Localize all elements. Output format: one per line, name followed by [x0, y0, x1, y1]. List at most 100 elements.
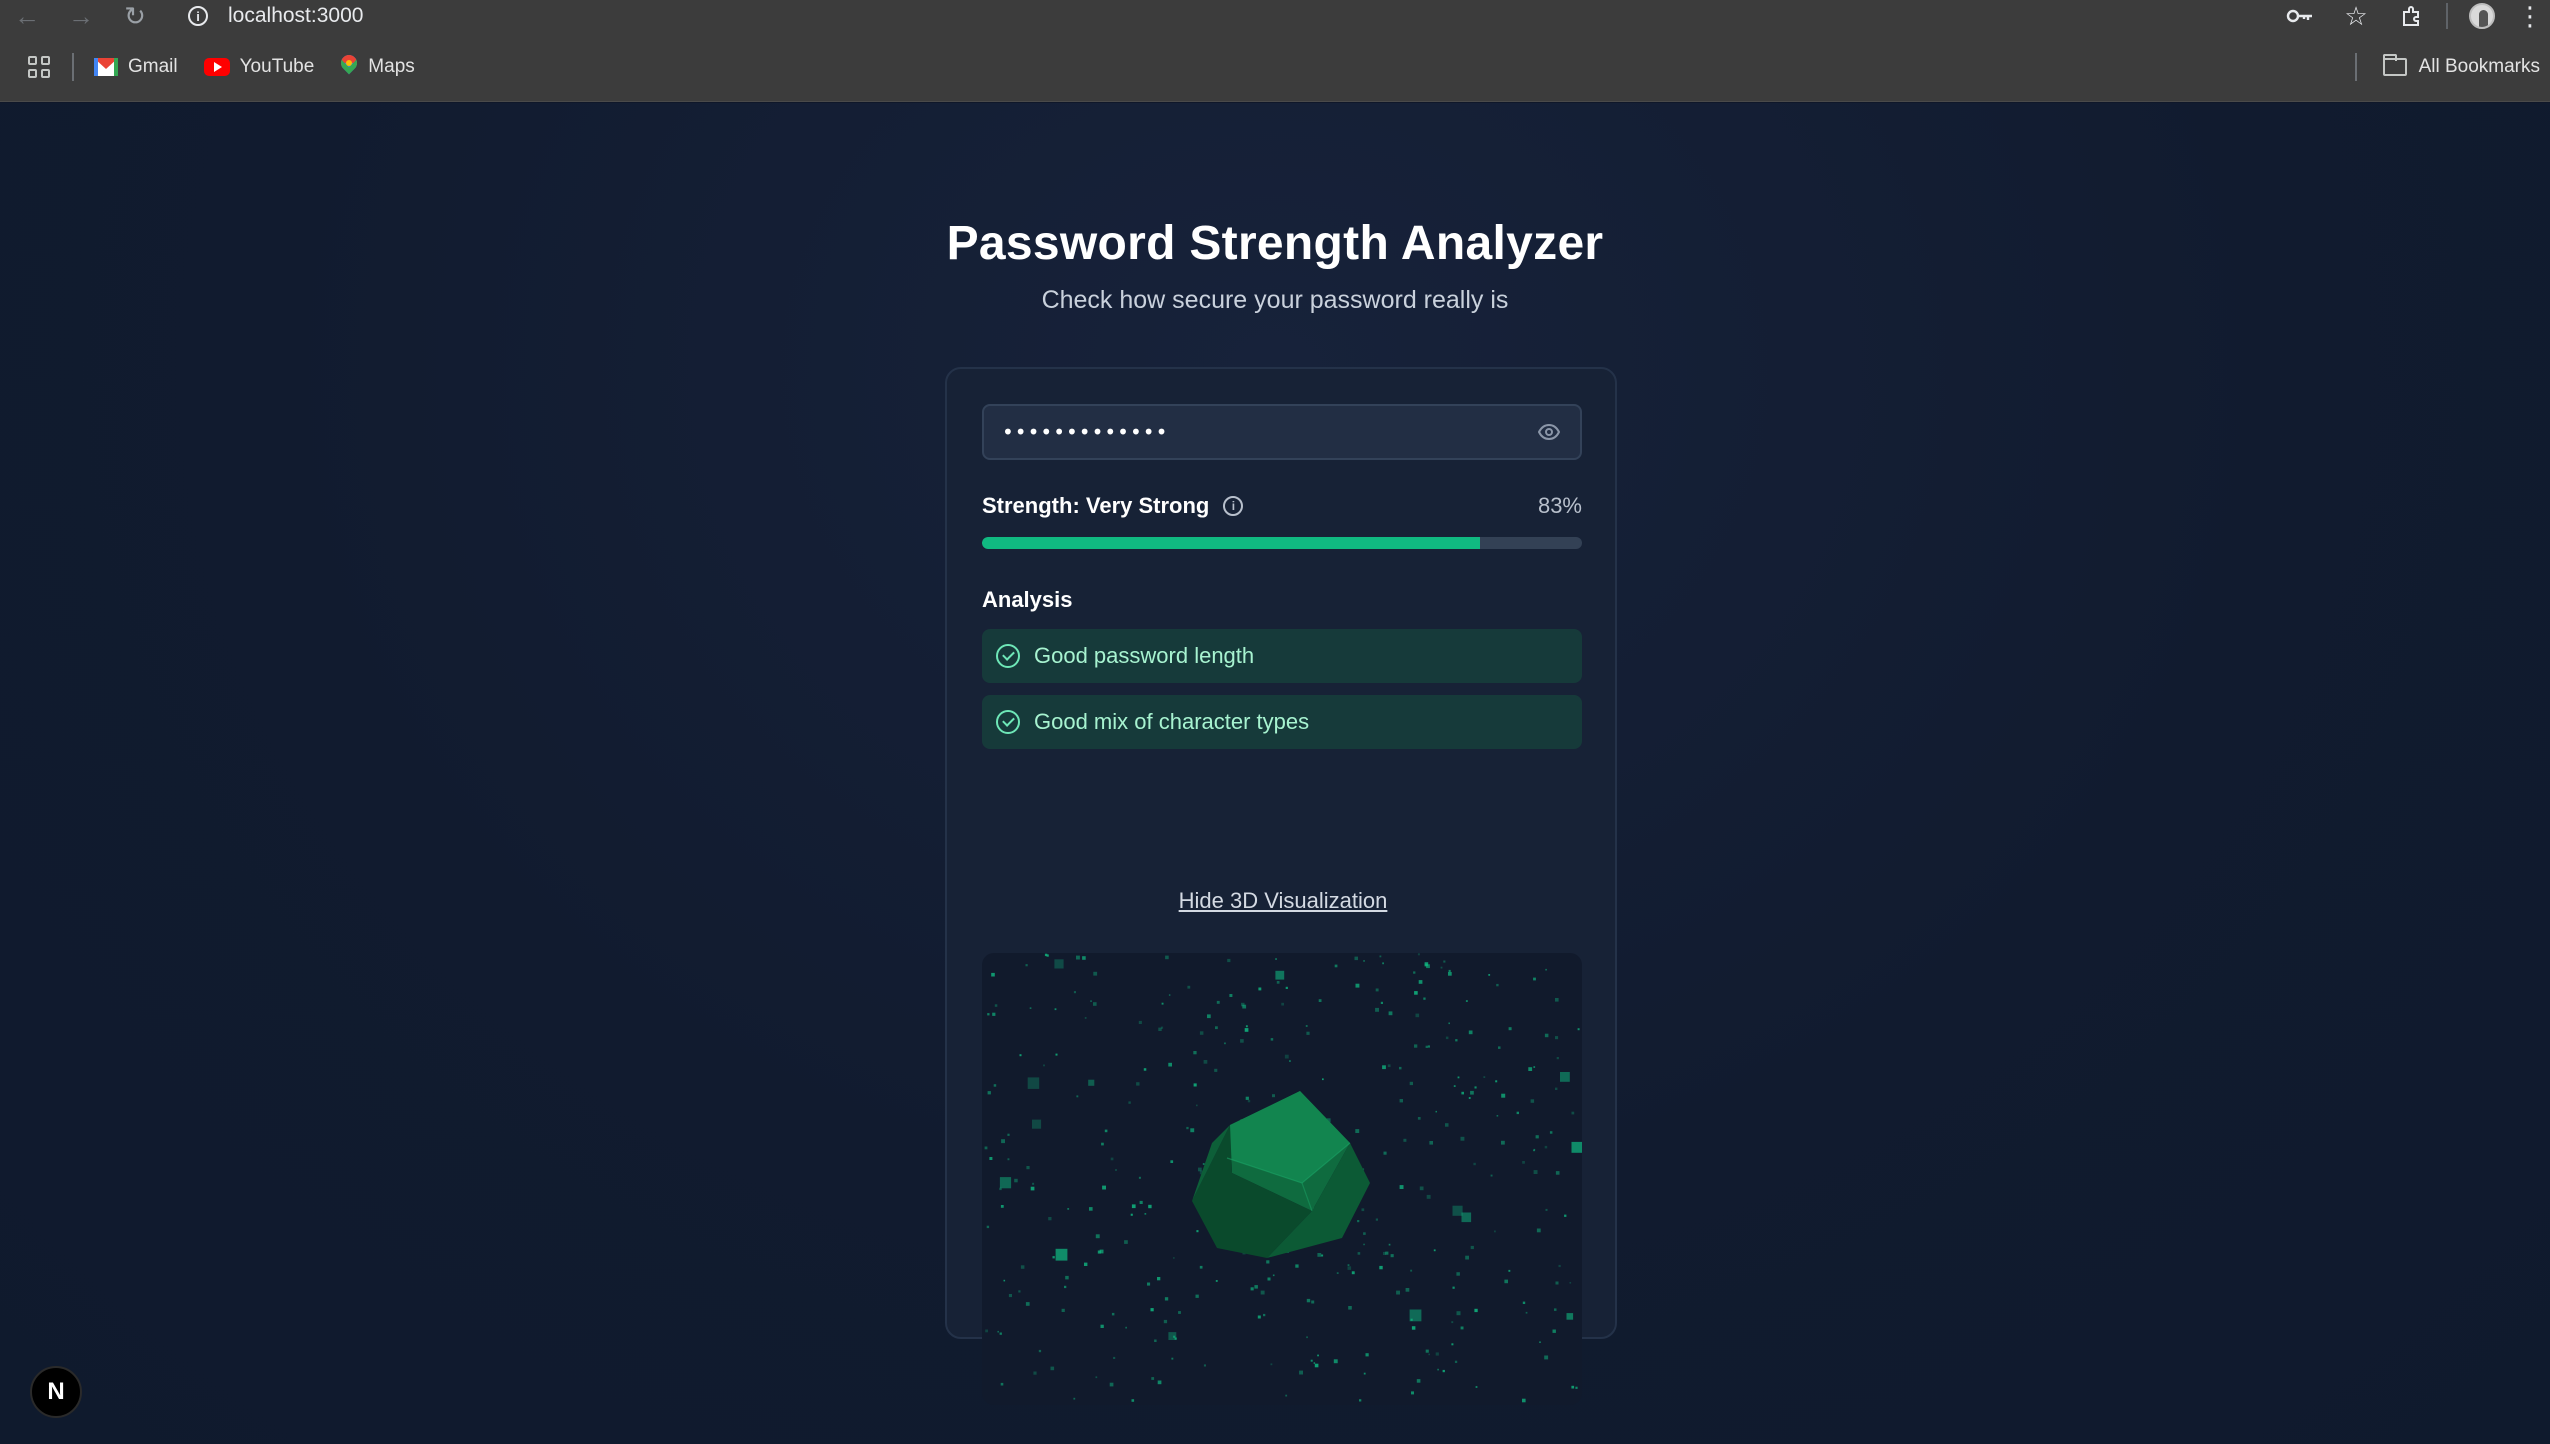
particle — [1508, 1269, 1511, 1272]
particle — [1473, 1162, 1476, 1166]
extensions-icon[interactable] — [2384, 0, 2440, 32]
particle — [1111, 1312, 1115, 1316]
particle — [1110, 1157, 1114, 1161]
back-icon[interactable]: ← — [0, 0, 54, 32]
particle — [1190, 1128, 1195, 1133]
site-info-icon[interactable]: i — [188, 6, 208, 26]
forward-icon[interactable]: → — [54, 0, 108, 32]
particle — [985, 1329, 988, 1333]
bookmark-youtube[interactable]: YouTube — [203, 56, 314, 78]
particle — [1504, 1279, 1508, 1284]
url-text[interactable]: localhost:3000 — [228, 4, 363, 28]
particle — [1425, 1349, 1429, 1353]
strength-info-icon[interactable]: i — [1223, 496, 1244, 516]
particle — [1533, 1148, 1536, 1151]
bookmark-maps[interactable]: Maps — [340, 55, 415, 79]
particle — [1435, 1110, 1437, 1113]
toggle-3d-visualization-link[interactable]: Hide 3D Visualization — [947, 888, 1619, 914]
particle — [1199, 1031, 1204, 1035]
particle — [984, 1146, 988, 1150]
particle — [1038, 1349, 1042, 1353]
particle — [1318, 999, 1322, 1002]
particle — [1383, 1251, 1387, 1255]
bookmark-star-icon[interactable]: ☆ — [2328, 0, 2384, 32]
particle — [1082, 956, 1086, 960]
particle — [1435, 1352, 1439, 1356]
polyhedron-shape — [1192, 1091, 1370, 1258]
bookmark-gmail[interactable]: Gmail — [94, 56, 178, 78]
particle — [1555, 1281, 1559, 1285]
particle — [1461, 1212, 1472, 1223]
particle — [1007, 1133, 1010, 1136]
particle — [1460, 1136, 1465, 1141]
strength-percent: 83% — [1537, 493, 1582, 518]
particle — [1528, 1067, 1533, 1071]
password-key-icon[interactable] — [2272, 0, 2328, 32]
particle — [1128, 1101, 1131, 1104]
3d-visualization-canvas[interactable] — [982, 953, 1582, 1405]
particle — [1272, 1274, 1275, 1277]
particle — [1448, 1022, 1450, 1025]
particle — [1522, 1161, 1525, 1164]
particle — [1151, 1377, 1155, 1380]
particle — [1379, 1265, 1383, 1270]
particle — [1516, 1111, 1519, 1115]
particle — [1322, 1078, 1324, 1081]
menu-kebab-icon[interactable]: ⋮ — [2510, 0, 2550, 32]
particle — [1258, 987, 1262, 991]
all-bookmarks-button[interactable]: All Bookmarks — [2354, 32, 2540, 102]
particle — [1285, 986, 1288, 989]
password-field[interactable] — [982, 404, 1582, 460]
particle — [1433, 1249, 1436, 1252]
particle — [1032, 1119, 1042, 1129]
bookmark-label: Gmail — [128, 55, 178, 77]
apps-grid-icon[interactable] — [28, 55, 50, 78]
particle — [1295, 1264, 1299, 1268]
particle — [1355, 983, 1360, 988]
particle — [1355, 1129, 1360, 1133]
particle — [1160, 1026, 1164, 1029]
particle — [1026, 1166, 1030, 1170]
address-bar[interactable]: i localhost:3000 — [188, 0, 363, 32]
particle — [1227, 958, 1231, 963]
particle — [1415, 1013, 1420, 1018]
particle — [1202, 1163, 1205, 1165]
particle — [1571, 1141, 1582, 1153]
particle — [1488, 974, 1491, 976]
reload-icon[interactable]: ↻ — [108, 0, 162, 32]
particle — [1101, 1142, 1104, 1146]
particle — [1564, 1214, 1567, 1217]
particle — [1388, 1011, 1393, 1016]
particle — [1214, 1068, 1218, 1072]
particle — [993, 1084, 997, 1087]
particle — [1457, 1076, 1460, 1079]
particle — [1445, 1036, 1449, 1040]
particle — [1496, 983, 1499, 987]
particle — [1425, 1045, 1428, 1048]
particle — [1073, 991, 1076, 994]
password-input[interactable] — [1002, 420, 1502, 444]
particle — [1365, 1353, 1369, 1357]
particle — [1168, 1062, 1172, 1067]
particle — [1456, 1272, 1460, 1276]
particle — [1454, 1360, 1458, 1363]
particle — [1426, 1194, 1431, 1199]
particle — [1461, 1091, 1464, 1095]
particle — [1555, 1036, 1559, 1040]
particle — [1522, 1301, 1526, 1304]
particle — [1104, 1129, 1108, 1133]
particle — [1196, 1104, 1198, 1107]
show-password-eye-icon[interactable] — [1537, 423, 1561, 441]
particle — [1203, 1060, 1208, 1064]
particle — [1545, 1208, 1548, 1211]
profile-avatar[interactable] — [2454, 0, 2510, 32]
particle — [1494, 1230, 1496, 1233]
particle — [1033, 1371, 1037, 1375]
particle — [1474, 1308, 1478, 1313]
particle — [1139, 1200, 1143, 1204]
particle — [1423, 997, 1426, 1000]
particle — [1061, 1308, 1065, 1312]
bookmarks-bar: Gmail YouTube Maps — [0, 32, 2550, 102]
nextjs-dev-badge[interactable]: N — [30, 1366, 82, 1418]
particle — [1173, 1335, 1176, 1338]
